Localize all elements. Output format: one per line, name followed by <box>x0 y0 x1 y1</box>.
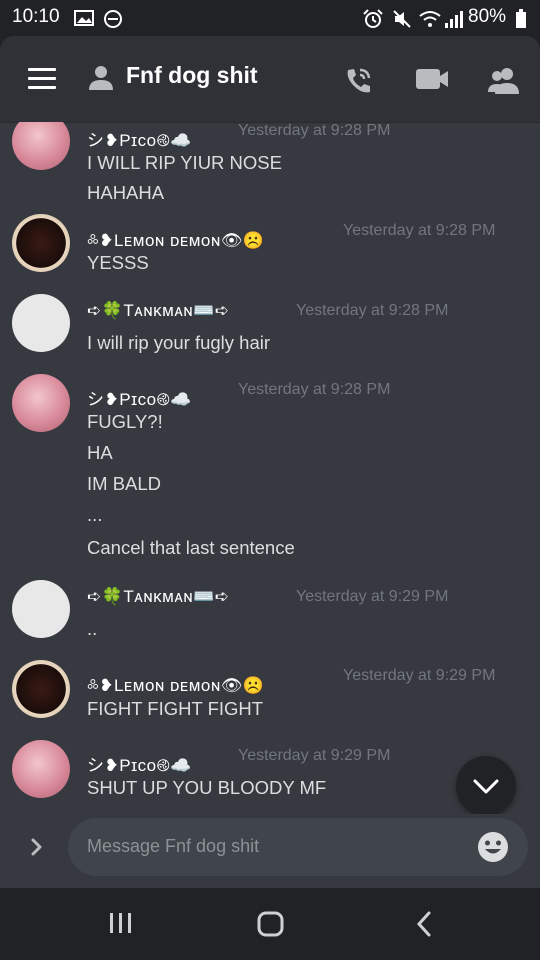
author-name[interactable]: ➪🍀Tᴀɴᴋᴍᴀɴ⌨️➪ <box>87 301 230 321</box>
timestamp: Yesterday at 9:29 PM <box>296 588 449 605</box>
message-text: Cancel that last sentence <box>87 537 295 558</box>
message-text: HA <box>87 442 113 463</box>
timestamp: Yesterday at 9:29 PM <box>343 667 496 684</box>
avatar[interactable] <box>12 374 70 432</box>
chevron-right-icon[interactable] <box>26 836 48 858</box>
composer: Message Fnf dog shit <box>0 814 540 888</box>
timestamp: Yesterday at 9:28 PM <box>296 302 449 319</box>
timestamp: Yesterday at 9:28 PM <box>343 222 496 239</box>
channel-header: Fnf dog shit <box>0 36 540 122</box>
author-name[interactable]: ➪🍀Tᴀɴᴋᴍᴀɴ⌨️➪ <box>87 587 230 607</box>
discord-app: Fnf dog shit シ❥Pɪᴄᴏ࿋☁️ Yesterday at 9:28… <box>0 36 540 888</box>
signal-icon <box>445 11 463 28</box>
timestamp: Yesterday at 9:28 PM <box>238 381 391 398</box>
message-text: YESSS <box>87 252 149 273</box>
jump-to-present-button[interactable] <box>456 756 516 816</box>
message-text: FUGLY?! <box>87 411 163 432</box>
hamburger-icon[interactable] <box>28 68 56 90</box>
message-text: SHUT UP YOU BLOODY MF <box>87 777 327 798</box>
video-icon[interactable] <box>414 66 450 94</box>
gallery-icon <box>74 10 94 26</box>
home-icon[interactable] <box>257 910 285 938</box>
battery-percent: 80% <box>468 6 507 27</box>
back-icon[interactable] <box>412 910 436 938</box>
message-text: HAHAHA <box>87 182 165 203</box>
recent-apps-icon[interactable] <box>108 910 134 936</box>
phone-call-icon[interactable] <box>342 64 376 98</box>
message-placeholder: Message Fnf dog shit <box>87 836 260 856</box>
message-text: FIGHT FIGHT FIGHT <box>87 698 264 719</box>
channel-title: Fnf dog shit <box>126 62 258 88</box>
timestamp: Yesterday at 9:28 PM <box>238 122 391 139</box>
message-text: I will rip your fugly hair <box>87 332 271 353</box>
message-text: I WILL RIP YIUR NOSE <box>87 152 282 173</box>
chevron-down-icon <box>473 779 499 794</box>
alarm-icon <box>363 9 383 28</box>
message-list[interactable]: シ❥Pɪᴄᴏ࿋☁️ Yesterday at 9:28 PM I WILL RI… <box>0 122 540 812</box>
status-time: 10:10 <box>12 6 60 27</box>
avatar[interactable] <box>12 122 70 170</box>
members-icon[interactable] <box>487 66 523 96</box>
dnd-icon <box>104 10 122 28</box>
battery-icon <box>516 9 526 28</box>
avatar[interactable] <box>12 294 70 352</box>
emoji-icon[interactable] <box>476 830 510 864</box>
message-text: .. <box>87 618 98 639</box>
avatar[interactable] <box>12 580 70 638</box>
wifi-icon <box>419 11 441 27</box>
message-text: ... <box>87 504 103 525</box>
mute-icon <box>393 10 411 28</box>
avatar[interactable] <box>12 214 70 272</box>
message-text: IM BALD <box>87 473 162 494</box>
status-bar: 10:10 80% <box>0 0 540 36</box>
system-nav-bar <box>0 888 540 960</box>
group-dm-icon <box>89 66 113 90</box>
avatar[interactable] <box>12 660 70 718</box>
message-input[interactable]: Message Fnf dog shit <box>68 818 528 876</box>
avatar[interactable] <box>12 740 70 798</box>
timestamp: Yesterday at 9:29 PM <box>238 747 391 764</box>
